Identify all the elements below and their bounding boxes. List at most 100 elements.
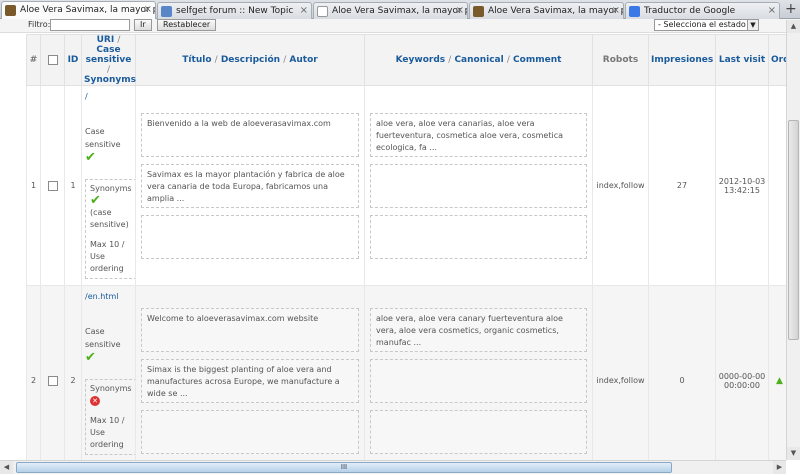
last-visit-value: 0000-00-00 00:00:00	[715, 285, 769, 460]
tab-aloe-vera-3[interactable]: Aloe Vera Savimax, la mayor p... ×	[469, 2, 624, 19]
sort-title[interactable]: Título	[182, 55, 211, 65]
title-desc-author-cell: Welcome to aloeverasavimax.com website S…	[135, 285, 365, 460]
aloe-icon	[473, 6, 484, 17]
new-tab-button[interactable]: +	[785, 1, 797, 17]
state-select-value: - Selecciona el estado -	[658, 20, 752, 29]
google-icon	[629, 6, 640, 17]
uri-link[interactable]: /en.html	[85, 292, 132, 301]
close-icon[interactable]: ×	[456, 3, 464, 19]
state-select[interactable]: - Selecciona el estado - ▼	[654, 19, 759, 31]
select-all-checkbox[interactable]	[47, 54, 58, 65]
separator: /	[283, 55, 287, 65]
impressions-value: 0	[648, 285, 716, 460]
tab-google-translate[interactable]: Traductor de Google ×	[625, 2, 780, 19]
separator: /	[106, 65, 111, 75]
forum-icon	[161, 6, 172, 17]
scroll-left-icon[interactable]: ◀	[0, 461, 13, 474]
table-row: 2 2 /en.html Case sensitive ✔ Synonyms ✕…	[26, 285, 790, 460]
title-desc-author-cell: Bienvenido a la web de aloeverasavimax.c…	[135, 85, 365, 286]
separator: /	[506, 55, 510, 65]
separator: /	[448, 55, 452, 65]
title-field[interactable]: Bienvenido a la web de aloeverasavimax.c…	[141, 112, 359, 157]
description-field[interactable]: Simax is the biggest planting of aloe ve…	[141, 358, 359, 403]
sort-canonical[interactable]: Canonical	[454, 55, 503, 65]
vertical-scroll-thumb[interactable]	[788, 120, 799, 340]
horizontal-scroll-thumb[interactable]: III	[16, 462, 672, 473]
canonical-field[interactable]	[370, 358, 587, 403]
filter-input[interactable]	[50, 19, 130, 31]
col-last-visit[interactable]: Last visit	[715, 34, 769, 86]
row-select	[40, 85, 65, 286]
uri-link[interactable]: /	[85, 92, 132, 101]
sort-description[interactable]: Descripción	[221, 55, 280, 65]
row-id: 1	[64, 85, 82, 286]
check-icon[interactable]: ✔	[90, 194, 132, 207]
close-icon[interactable]: ×	[300, 3, 308, 19]
browser-tab-bar: Aloe Vera Savimax, la mayor p... × selfg…	[0, 0, 800, 19]
scroll-up-icon[interactable]: ▲	[787, 20, 800, 33]
synonyms-box: Synonyms ✕ Max 10 / Use ordering	[85, 379, 137, 455]
case-sensitive-toggle[interactable]: Case sensitive ✔	[85, 125, 132, 165]
last-visit-value: 2012-10-03 13:42:15	[715, 85, 769, 286]
sort-uri[interactable]: URI	[97, 35, 115, 45]
tab-title: selfget forum :: New Topic	[176, 6, 294, 16]
sort-keywords[interactable]: Keywords	[396, 55, 446, 65]
row-select	[40, 285, 65, 460]
impressions-value: 27	[648, 85, 716, 286]
sort-case-sensitive[interactable]: Case sensitive	[86, 45, 132, 65]
sort-comment[interactable]: Comment	[513, 55, 561, 65]
row-id: 2	[64, 285, 82, 460]
row-checkbox[interactable]	[47, 375, 58, 386]
description-field[interactable]: Savimax es la mayor plantación y fabrica…	[141, 163, 359, 208]
table-row: 1 1 / Case sensitive ✔ Synonyms ✔ (case …	[26, 85, 790, 286]
tab-selfget-forum[interactable]: selfget forum :: New Topic ×	[157, 2, 312, 19]
case-sensitive-label: Case sensitive	[85, 127, 121, 149]
col-keywords: Keywords / Canonical / Comment	[364, 34, 593, 86]
filter-label: Filtro:	[28, 20, 51, 29]
tab-aloe-vera-2[interactable]: Aloe Vera Savimax, la mayor p... ×	[313, 2, 468, 19]
robots-value[interactable]: index,follow	[592, 285, 649, 460]
title-field[interactable]: Welcome to aloeverasavimax.com website	[141, 307, 359, 352]
case-sensitive-label: Case sensitive	[85, 327, 121, 349]
synonyms-toggle[interactable]: ✕	[90, 395, 132, 407]
row-number: 2	[26, 285, 41, 460]
max-ordering-label[interactable]: Max 10 / Use ordering	[90, 415, 132, 451]
close-icon[interactable]: ×	[144, 2, 152, 18]
sort-synonyms[interactable]: Synonyms	[84, 75, 136, 85]
order-up-icon[interactable]: ▲	[776, 376, 783, 386]
col-select-all	[40, 34, 65, 86]
author-field[interactable]	[141, 409, 359, 454]
row-checkbox[interactable]	[47, 180, 58, 191]
comment-field[interactable]	[370, 214, 587, 259]
scroll-right-icon[interactable]: ▶	[773, 461, 786, 474]
keywords-field[interactable]: aloe vera, aloe vera canary fuerteventur…	[370, 307, 587, 352]
comment-field[interactable]	[370, 409, 587, 454]
page-icon	[317, 6, 328, 17]
max-ordering-label[interactable]: Max 10 / Use ordering	[90, 239, 132, 275]
filter-bar: Filtro: Ir Restablecer - Selecciona el e…	[0, 19, 800, 33]
keywords-field[interactable]: aloe vera, aloe vera canarias, aloe vera…	[370, 112, 587, 157]
case-sensitive-toggle[interactable]: Case sensitive ✔	[85, 325, 132, 365]
author-field[interactable]	[141, 214, 359, 259]
tab-title: Aloe Vera Savimax, la mayor p...	[488, 6, 624, 16]
robots-value[interactable]: index,follow	[592, 85, 649, 286]
col-impressions[interactable]: Impresiones	[648, 34, 716, 86]
tab-title: Aloe Vera Savimax, la mayor p...	[20, 5, 156, 15]
tab-aloe-vera-1[interactable]: Aloe Vera Savimax, la mayor p... ×	[1, 1, 156, 19]
canonical-field[interactable]	[370, 163, 587, 208]
separator: /	[117, 35, 121, 45]
separator: /	[214, 55, 218, 65]
horizontal-scrollbar[interactable]: ◀ III ▶	[0, 460, 786, 474]
close-icon[interactable]: ×	[768, 3, 776, 19]
go-button[interactable]: Ir	[134, 19, 152, 31]
synonyms-label: Synonyms	[90, 384, 132, 393]
col-num: #	[26, 34, 41, 86]
keywords-canonical-comment-cell: aloe vera, aloe vera canarias, aloe vera…	[364, 85, 593, 286]
vertical-scrollbar[interactable]: ▲ ▼	[786, 20, 800, 460]
sort-author[interactable]: Autor	[289, 55, 317, 65]
reset-button[interactable]: Restablecer	[157, 19, 217, 31]
col-id[interactable]: ID	[64, 34, 82, 86]
row-number: 1	[26, 85, 41, 286]
scroll-down-icon[interactable]: ▼	[787, 447, 800, 460]
close-icon[interactable]: ×	[612, 3, 620, 19]
